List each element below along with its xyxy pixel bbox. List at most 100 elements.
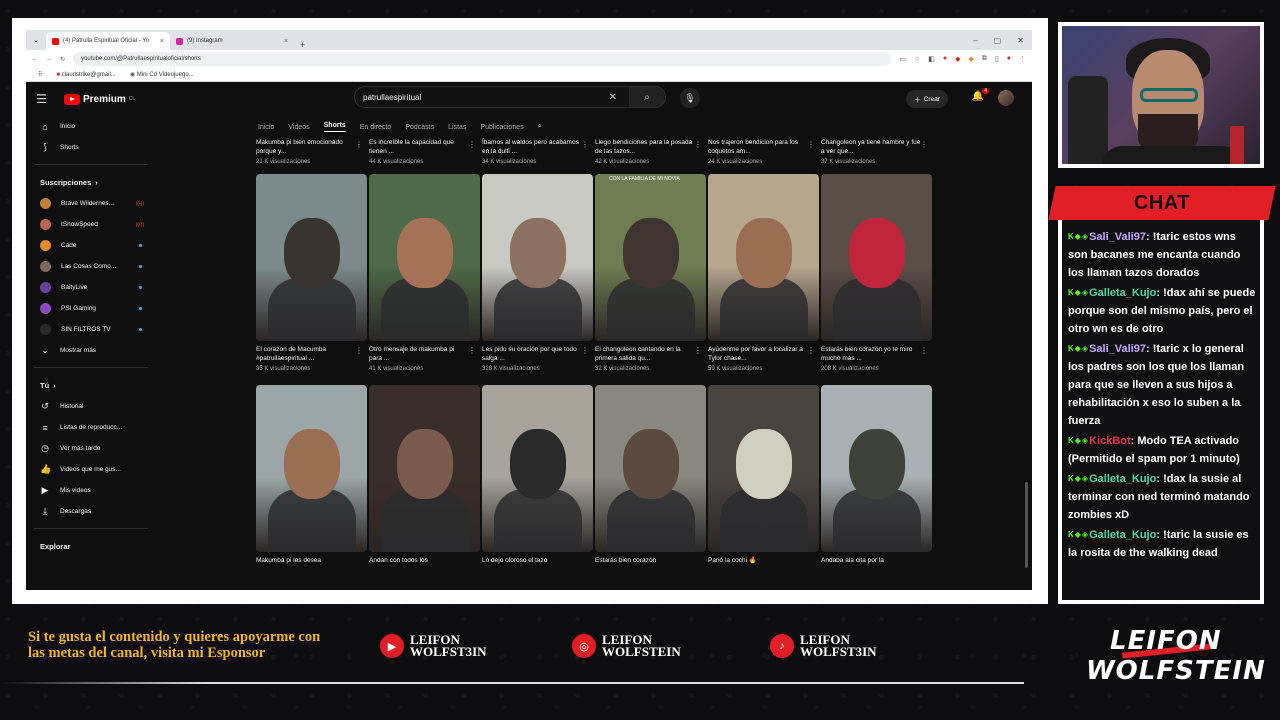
adblock-icon[interactable]: ● <box>943 55 947 63</box>
short-item[interactable]: Es increíble la capacidad que tienen ...… <box>369 138 482 165</box>
short-item[interactable]: Íbamos al waldos pero acabamos en la dul… <box>482 138 595 165</box>
more-options-icon[interactable]: ⋮ <box>355 140 363 149</box>
short-title[interactable]: Estarás bien corazón <box>595 556 695 576</box>
short-title[interactable]: Changoleon ya tiene hambre y fue a ver q… <box>821 138 921 158</box>
short-thumbnail[interactable] <box>821 174 932 341</box>
short-title[interactable]: Makumba pi bien emocionado porque y... <box>256 138 356 158</box>
sidebar-item-you[interactable]: 👍 Videos que me gus... <box>26 459 156 480</box>
notifications-button[interactable]: 🔔 4 <box>972 88 989 102</box>
extension-icon[interactable]: ◆ <box>955 55 960 63</box>
short-item[interactable]: El corazon de Macumba #patrullaespiritua… <box>256 174 369 372</box>
menu-icon[interactable]: ⋮ <box>1019 55 1026 63</box>
cast-icon[interactable]: ▭ <box>899 55 906 63</box>
you-header[interactable]: Tú › <box>26 374 156 396</box>
clear-search-icon[interactable]: ✕ <box>609 92 617 103</box>
bookmark-item[interactable]: ■ claudstrike@gmail... <box>56 72 115 78</box>
short-item[interactable]: Nos trajeron bendicion para los coquetos… <box>708 138 821 165</box>
more-options-icon[interactable]: ⋮ <box>581 346 589 355</box>
chat-username[interactable]: Sali_Vali97 <box>1089 231 1146 243</box>
channel-tab[interactable]: Inicio <box>258 124 274 131</box>
short-item[interactable]: Llego bendiciones para la posada de las … <box>595 138 708 165</box>
short-item[interactable]: Ayúdenme por favor a localizar a Tylor c… <box>708 174 821 372</box>
short-title[interactable]: El corazon de Macumba #patrullaespiritua… <box>256 345 356 365</box>
metamask-icon[interactable]: ◆ <box>969 55 974 63</box>
channel-tab[interactable]: Publicaciones <box>480 124 523 131</box>
hamburger-menu-icon[interactable]: ☰ <box>36 92 58 106</box>
avatar[interactable] <box>998 90 1014 106</box>
youtube-logo[interactable]: Premium CL <box>64 93 135 105</box>
short-thumbnail[interactable] <box>256 174 367 341</box>
short-item[interactable]: Lo dejo oloroso el tazo <box>482 385 595 576</box>
short-item[interactable]: Makumba pi les desea <box>256 385 369 576</box>
short-title[interactable]: Estarás bien corazón yo te miro mucho má… <box>821 345 921 365</box>
short-title[interactable]: Makumba pi les desea <box>256 556 356 576</box>
more-options-icon[interactable]: ⋮ <box>581 140 589 149</box>
short-title[interactable]: El changoleon cantando en la primera sal… <box>595 345 695 365</box>
short-thumbnail[interactable] <box>708 385 819 552</box>
puzzle-icon[interactable]: ⧉ <box>982 55 987 63</box>
short-title[interactable]: Otro mensaje de makumba pi para ... <box>369 345 469 365</box>
sidebar-item-you[interactable]: ≡ Listas de reproducc... <box>26 417 156 438</box>
more-options-icon[interactable]: ⋮ <box>807 140 815 149</box>
sidepanel-icon[interactable]: ▯ <box>995 55 999 63</box>
extension-icon[interactable]: ◧ <box>928 55 935 63</box>
chat-username[interactable]: KickBot <box>1089 435 1131 447</box>
sidebar-item-you[interactable]: ⤓ Descargas <box>26 501 156 522</box>
channel-tab[interactable]: Pódcasts <box>405 124 434 131</box>
search-icon[interactable]: ⌕ <box>538 123 542 131</box>
short-title[interactable]: Parió la cochi 🔥 <box>708 556 808 576</box>
sidebar-item-you[interactable]: ▶ Mis videos <box>26 480 156 501</box>
sidebar-item-you[interactable]: ◷ Ver más tarde <box>26 438 156 459</box>
short-item[interactable]: Les pido su oración por que todo salga .… <box>482 174 595 372</box>
voice-search-button[interactable]: 🎙 <box>680 88 700 108</box>
sidebar-channel[interactable]: Cade <box>26 235 156 256</box>
scrollbar[interactable] <box>1025 482 1028 568</box>
social-link[interactable]: ▶ LEIFON WOLFST3IN <box>380 633 487 658</box>
short-item[interactable]: Andan con todos los <box>369 385 482 576</box>
more-options-icon[interactable]: ⋮ <box>355 346 363 355</box>
search-button[interactable]: ⌕ <box>629 87 665 107</box>
short-item[interactable]: CON LA FAMILIA DE MI NOVIA El changoleon … <box>595 174 708 372</box>
short-title[interactable]: Lo dejo oloroso el tazo <box>482 556 582 576</box>
channel-tab[interactable]: Shorts <box>323 122 346 132</box>
short-title[interactable]: Nos trajeron bendicion para los coquetos… <box>708 138 808 158</box>
chat-username[interactable]: Galleta_Kujo <box>1089 473 1156 485</box>
sidebar-item-inicio[interactable]: ⌂ Inicio <box>26 116 156 137</box>
short-thumbnail[interactable] <box>369 174 480 341</box>
short-title[interactable]: Les pido su oración por que todo salga .… <box>482 345 582 365</box>
bookmark-item[interactable]: ◉ Mini Cd Videojuego... <box>130 71 194 78</box>
close-window-icon[interactable]: ✕ <box>1017 36 1024 45</box>
channel-tab[interactable]: En directo <box>360 124 392 131</box>
browser-tab-youtube[interactable]: (4) Patrulla Espiritual Oficial - Yo × <box>46 32 170 50</box>
reload-icon[interactable]: ↻ <box>60 56 65 63</box>
channel-tab[interactable]: Listas <box>448 124 466 131</box>
forward-icon[interactable]: → <box>46 56 52 62</box>
short-item[interactable]: Andaba ala cita por la <box>821 385 934 576</box>
more-options-icon[interactable]: ⋮ <box>694 140 702 149</box>
profile-icon[interactable]: ● <box>1007 55 1011 63</box>
maximize-icon[interactable]: ▢ <box>994 36 1002 45</box>
short-thumbnail[interactable] <box>482 385 593 552</box>
sidebar-item-you[interactable]: ↺ Historial <box>26 396 156 417</box>
short-title[interactable]: Íbamos al waldos pero acabamos en la dul… <box>482 138 582 158</box>
channel-tab[interactable]: Videos <box>288 124 309 131</box>
short-title[interactable]: Andan con todos los <box>369 556 469 576</box>
sidebar-item-shorts[interactable]: ⟆ Shorts <box>26 137 156 158</box>
subscriptions-header[interactable]: Suscripciones › <box>26 171 156 193</box>
show-more-button[interactable]: ⌄ Mostrar más <box>26 340 156 361</box>
short-thumbnail[interactable] <box>482 174 593 341</box>
star-icon[interactable]: ☆ <box>914 55 920 63</box>
more-options-icon[interactable]: ⋮ <box>920 140 928 149</box>
apps-icon[interactable]: ⠿ <box>38 71 42 78</box>
social-link[interactable]: ◎ LEIFON WOLFSTEIN <box>572 633 681 658</box>
short-thumbnail[interactable]: CON LA FAMILIA DE MI NOVIA <box>595 174 706 341</box>
sidebar-channel[interactable]: IShowSpeed ((•)) <box>26 214 156 235</box>
close-icon[interactable]: × <box>284 38 288 45</box>
short-item[interactable]: Otro mensaje de makumba pi para ... 41 K … <box>369 174 482 372</box>
social-link[interactable]: ♪ LEIFON WOLFST3IN <box>770 633 877 658</box>
search-input[interactable]: patrullaespiritual <box>363 93 421 102</box>
create-button[interactable]: ＋ Crear <box>906 90 948 108</box>
more-options-icon[interactable]: ⋮ <box>920 346 928 355</box>
short-title[interactable]: Andaba ala cita por la <box>821 556 921 576</box>
short-title[interactable]: Ayúdenme por favor a localizar a Tylor c… <box>708 345 808 365</box>
